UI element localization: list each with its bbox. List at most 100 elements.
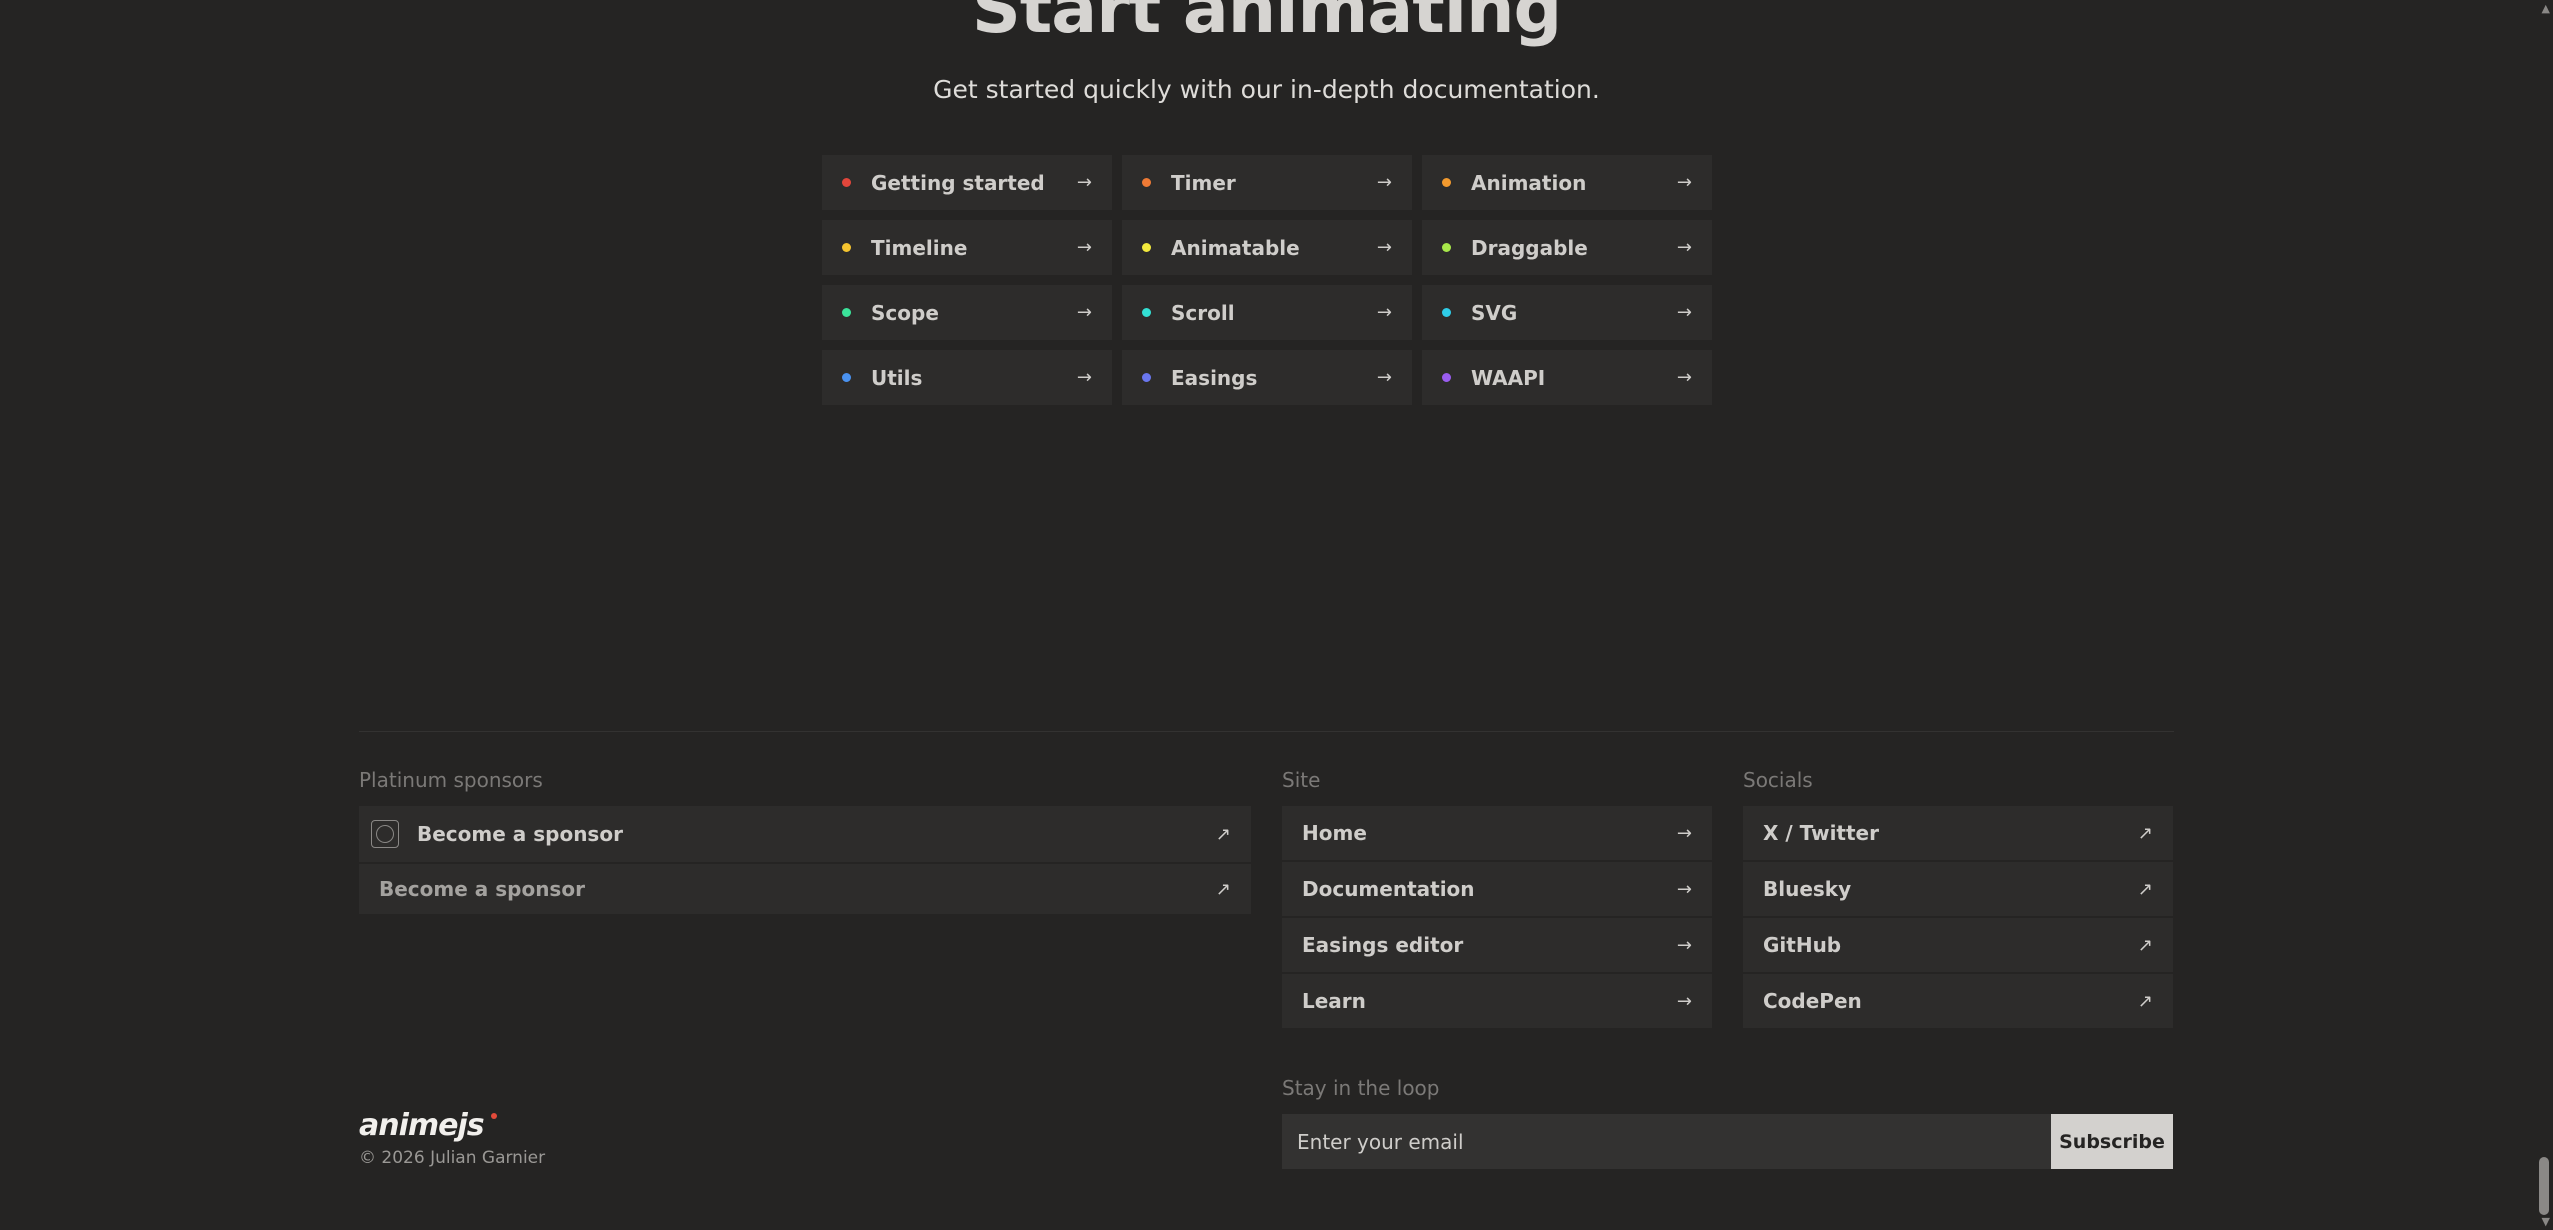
arrow-right-icon: →	[1676, 302, 1692, 323]
arrow-right-icon: →	[1676, 237, 1692, 258]
arrow-right-icon: →	[1076, 367, 1092, 388]
doc-link-waapi[interactable]: WAAPI →	[1422, 350, 1712, 405]
doc-link-label: Scroll	[1171, 300, 1235, 325]
doc-link-label: Animatable	[1171, 235, 1300, 260]
newsletter-heading: Stay in the loop	[1282, 1076, 1440, 1100]
arrow-right-icon: →	[1376, 172, 1392, 193]
bullet-dot-icon	[1442, 243, 1451, 252]
site-link-label: Easings editor	[1302, 933, 1464, 957]
arrow-right-icon: →	[1376, 367, 1392, 388]
arrow-right-icon: →	[1676, 822, 1692, 844]
email-input[interactable]	[1282, 1114, 2051, 1169]
bullet-dot-icon	[842, 373, 851, 382]
arrow-right-icon: →	[1676, 990, 1692, 1012]
doc-link-label: Animation	[1471, 170, 1587, 195]
site-link-label: Home	[1302, 821, 1367, 845]
become-sponsor-link[interactable]: Become a sponsor ↗	[359, 806, 1251, 862]
page-scrollbar[interactable]: ▲ ▼	[2535, 0, 2553, 1230]
page-subtitle: Get started quickly with our in-depth do…	[933, 75, 1600, 104]
newsletter-form: Subscribe	[1282, 1114, 2173, 1169]
sponsors-list: Become a sponsor ↗ Become a sponsor ↗	[359, 806, 1251, 914]
scrollbar-thumb[interactable]	[2539, 1157, 2549, 1215]
scroll-up-icon[interactable]: ▲	[2542, 2, 2550, 15]
external-link-icon: ↗	[2137, 934, 2153, 956]
site-heading: Site	[1282, 768, 1321, 792]
doc-link-label: Easings	[1171, 365, 1258, 390]
external-link-icon: ↗	[2137, 990, 2153, 1012]
sponsors-heading: Platinum sponsors	[359, 768, 543, 792]
bullet-dot-icon	[842, 178, 851, 187]
sponsor-label: Become a sponsor	[379, 877, 585, 901]
bullet-dot-icon	[1142, 308, 1151, 317]
social-link-label: CodePen	[1763, 989, 1862, 1013]
bullet-dot-icon	[1142, 178, 1151, 187]
social-link-bluesky[interactable]: Bluesky ↗	[1743, 862, 2173, 916]
doc-link-label: Timer	[1171, 170, 1236, 195]
docs-grid: Getting started → Timer → Animation → Ti…	[822, 155, 1712, 405]
arrow-right-icon: →	[1076, 302, 1092, 323]
social-link-codepen[interactable]: CodePen ↗	[1743, 974, 2173, 1028]
sponsor-logo-icon	[371, 820, 399, 848]
site-link-learn[interactable]: Learn →	[1282, 974, 1712, 1028]
bullet-dot-icon	[842, 308, 851, 317]
become-sponsor-link-secondary[interactable]: Become a sponsor ↗	[359, 864, 1251, 914]
arrow-right-icon: →	[1076, 172, 1092, 193]
social-link-label: X / Twitter	[1763, 821, 1879, 845]
arrow-right-icon: →	[1676, 172, 1692, 193]
social-link-label: GitHub	[1763, 933, 1842, 957]
doc-link-draggable[interactable]: Draggable →	[1422, 220, 1712, 275]
site-link-easings-editor[interactable]: Easings editor →	[1282, 918, 1712, 972]
doc-link-easings[interactable]: Easings →	[1122, 350, 1412, 405]
bullet-dot-icon	[1142, 243, 1151, 252]
doc-link-scope[interactable]: Scope →	[822, 285, 1112, 340]
doc-link-timer[interactable]: Timer →	[1122, 155, 1412, 210]
doc-link-scroll[interactable]: Scroll →	[1122, 285, 1412, 340]
doc-link-label: Draggable	[1471, 235, 1588, 260]
footer-divider	[359, 731, 2174, 732]
page-title: Start animating	[971, 0, 1562, 49]
social-link-github[interactable]: GitHub ↗	[1743, 918, 2173, 972]
animejs-logo[interactable]: animejs	[359, 1108, 485, 1143]
doc-link-label: Getting started	[871, 170, 1045, 195]
arrow-right-icon: →	[1676, 878, 1692, 900]
external-link-icon: ↗	[1215, 823, 1231, 845]
bullet-dot-icon	[1442, 178, 1451, 187]
copyright: © 2026 Julian Garnier	[359, 1148, 546, 1168]
subscribe-button[interactable]: Subscribe	[2051, 1114, 2173, 1169]
scroll-down-icon[interactable]: ▼	[2542, 1215, 2550, 1228]
logo-dot-icon	[491, 1113, 497, 1119]
doc-link-label: Scope	[871, 300, 939, 325]
doc-link-utils[interactable]: Utils →	[822, 350, 1112, 405]
external-link-icon: ↗	[2137, 878, 2153, 900]
arrow-right-icon: →	[1376, 237, 1392, 258]
doc-link-label: SVG	[1471, 300, 1518, 325]
arrow-right-icon: →	[1076, 237, 1092, 258]
site-list: Home → Documentation → Easings editor → …	[1282, 806, 1712, 1028]
external-link-icon: ↗	[2137, 822, 2153, 844]
socials-heading: Socials	[1743, 768, 1813, 792]
bullet-dot-icon	[1142, 373, 1151, 382]
bullet-dot-icon	[842, 243, 851, 252]
doc-link-animatable[interactable]: Animatable →	[1122, 220, 1412, 275]
external-link-icon: ↗	[1215, 878, 1231, 900]
doc-link-timeline[interactable]: Timeline →	[822, 220, 1112, 275]
doc-link-svg[interactable]: SVG →	[1422, 285, 1712, 340]
sponsor-label: Become a sponsor	[417, 822, 623, 846]
doc-link-getting-started[interactable]: Getting started →	[822, 155, 1112, 210]
doc-link-label: Utils	[871, 365, 923, 390]
doc-link-label: WAAPI	[1471, 365, 1546, 390]
socials-list: X / Twitter ↗ Bluesky ↗ GitHub ↗ CodePen…	[1743, 806, 2173, 1028]
arrow-right-icon: →	[1376, 302, 1392, 323]
doc-link-animation[interactable]: Animation →	[1422, 155, 1712, 210]
social-link-x-twitter[interactable]: X / Twitter ↗	[1743, 806, 2173, 860]
bullet-dot-icon	[1442, 373, 1451, 382]
site-link-label: Learn	[1302, 989, 1366, 1013]
bullet-dot-icon	[1442, 308, 1451, 317]
social-link-label: Bluesky	[1763, 877, 1852, 901]
site-link-home[interactable]: Home →	[1282, 806, 1712, 860]
arrow-right-icon: →	[1676, 934, 1692, 956]
doc-link-label: Timeline	[871, 235, 968, 260]
arrow-right-icon: →	[1676, 367, 1692, 388]
site-link-documentation[interactable]: Documentation →	[1282, 862, 1712, 916]
site-link-label: Documentation	[1302, 877, 1475, 901]
